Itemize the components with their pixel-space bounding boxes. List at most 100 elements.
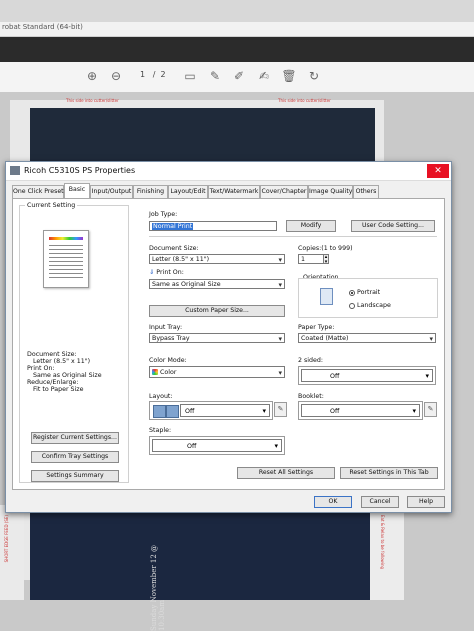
two-sided-select[interactable]: Off: [301, 369, 433, 383]
register-current-settings-button[interactable]: Register Current Settings...: [31, 432, 119, 444]
input-tray-select[interactable]: Bypass Tray: [149, 333, 285, 344]
tab-image-quality[interactable]: Image Quality: [308, 185, 353, 198]
settings-summary-button[interactable]: Settings Summary: [31, 470, 119, 482]
draw-icon[interactable]: ✐: [231, 68, 247, 84]
portrait-preview-icon: [320, 288, 333, 305]
print-on-select[interactable]: Same as Original Size: [149, 279, 285, 290]
copies-input[interactable]: 1: [298, 254, 324, 264]
booklet-label: Booklet:: [298, 393, 324, 400]
document-size-label: Document Size:: [149, 245, 199, 252]
summary-reduce-value: Fit to Paper Size: [33, 386, 84, 393]
tab-text-watermark[interactable]: Text/Watermark: [208, 185, 260, 198]
acrobat-title-bar: robat Standard (64-bit): [0, 22, 474, 37]
document-image-top: [30, 108, 375, 164]
acrobat-toolbar: ⊕ ⊖ 1 / 2 ▭ ✎ ✐ ✍ 🗑 ↻: [0, 62, 474, 93]
dialog-title: Ricoh C5310S PS Properties: [24, 166, 136, 175]
current-setting-label: Current Setting: [25, 202, 78, 209]
two-sided-label: 2 sided:: [298, 357, 324, 364]
paper-type-select[interactable]: Coated (Matte): [298, 333, 436, 344]
document-size-select[interactable]: Letter (8.5" x 11"): [149, 254, 285, 265]
color-mode-label: Color Mode:: [149, 357, 187, 364]
layout-label: Layout:: [149, 393, 173, 400]
document-image-bottom: [30, 510, 375, 600]
tab-others[interactable]: Others: [353, 185, 379, 198]
tab-cover-chapter[interactable]: Cover/Chapter: [260, 185, 308, 198]
layout-select[interactable]: Off: [180, 404, 270, 418]
layout-edit-icon[interactable]: ✎: [274, 402, 287, 417]
document-side-right: [370, 505, 404, 600]
tab-one-click-presets[interactable]: One Click Presets: [12, 185, 67, 198]
user-code-setting-button[interactable]: User Code Setting...: [351, 220, 435, 232]
tab-finishing[interactable]: Finishing: [133, 185, 168, 198]
reset-tab-settings-button[interactable]: Reset Settings in This Tab: [340, 467, 438, 479]
two-sided-field[interactable]: Off: [298, 366, 436, 385]
doc-event-text: Sunday November 12 @ 10:30am: [150, 544, 166, 631]
color-bar: [49, 237, 83, 240]
page-current[interactable]: 1: [140, 70, 145, 79]
booklet-field[interactable]: Off: [298, 401, 423, 420]
staple-label: Staple:: [149, 427, 172, 434]
tab-basic[interactable]: Basic: [64, 183, 90, 198]
page-sep: /: [152, 70, 156, 79]
summary-print-on-label: Print On:: [27, 365, 55, 372]
close-button[interactable]: ✕: [427, 164, 449, 178]
cancel-button[interactable]: Cancel: [361, 496, 399, 508]
comment-icon[interactable]: ▭: [182, 68, 198, 84]
rotate-icon[interactable]: ↻: [306, 68, 322, 84]
sign-icon[interactable]: ✍: [256, 68, 272, 84]
printer-icon: [10, 166, 20, 175]
summary-reduce-label: Reduce/Enlarge:: [27, 379, 79, 386]
summary-document-size-value: Letter (8.5" x 11"): [33, 358, 91, 365]
tab-input-output[interactable]: Input/Output: [90, 185, 133, 198]
orientation-group: [298, 278, 438, 318]
staple-select[interactable]: Off: [152, 439, 282, 453]
ok-button[interactable]: OK: [314, 496, 352, 508]
page-total: 2: [160, 70, 166, 79]
reset-all-settings-button[interactable]: Reset All Settings: [237, 467, 335, 479]
color-mode-select[interactable]: Color: [149, 366, 285, 379]
copies-spinner[interactable]: ▴ ▾: [323, 254, 329, 265]
booklet-edit-icon[interactable]: ✎: [424, 402, 437, 417]
modify-button[interactable]: Modify: [286, 220, 336, 232]
copies-label: Copies:(1 to 999): [298, 245, 353, 252]
doc-side-text: SHORT EDGE FEED (SE): [4, 515, 9, 563]
basic-tab-panel: Current Setting Document Size: Letter (8…: [12, 198, 445, 490]
tab-layout-edit[interactable]: Layout/Edit: [168, 185, 208, 198]
job-type-value: Normal Print: [152, 223, 194, 230]
doc-note-right: This side into cutter/slitter: [278, 98, 331, 103]
staple-field[interactable]: Off: [149, 436, 285, 455]
booklet-select[interactable]: Off: [301, 404, 420, 418]
arrow-down-icon: ⇓: [149, 269, 155, 276]
confirm-tray-settings-button[interactable]: Confirm Tray Settings: [31, 451, 119, 463]
portrait-radio[interactable]: [349, 290, 355, 296]
page-down-icon[interactable]: ⊖: [108, 68, 124, 84]
summary-document-size-label: Document Size:: [27, 351, 77, 358]
input-tray-label: Input Tray:: [149, 324, 183, 331]
page-preview: [43, 230, 89, 288]
print-on-label-text: Print On:: [156, 269, 184, 276]
help-button[interactable]: Help: [407, 496, 445, 508]
print-on-label: ⇓ Print On:: [149, 269, 184, 276]
job-type-field[interactable]: Normal Print: [149, 221, 277, 231]
layout-page-icon: [153, 405, 166, 418]
page-up-icon[interactable]: ⊕: [84, 68, 100, 84]
layout-field[interactable]: Off: [149, 401, 273, 420]
portrait-label[interactable]: Portrait: [357, 289, 380, 296]
job-type-label: Job Type:: [149, 211, 178, 218]
landscape-radio[interactable]: [349, 303, 355, 309]
page-indicator[interactable]: 1 / 2: [140, 70, 166, 79]
color-mode-value: Color: [160, 369, 177, 376]
landscape-label[interactable]: Landscape: [357, 302, 391, 309]
custom-paper-size-button[interactable]: Custom Paper Size...: [149, 305, 285, 317]
doc-side-right-text: Eat & Relax to be following: [380, 515, 385, 570]
printer-properties-dialog: Ricoh C5310S PS Properties ✕ One Click P…: [5, 161, 452, 513]
highlight-icon[interactable]: ✎: [207, 68, 223, 84]
dialog-title-bar: Ricoh C5310S PS Properties ✕: [6, 162, 451, 181]
divider: [149, 236, 437, 237]
layout-page-icon: [166, 405, 179, 418]
paper-type-label: Paper Type:: [298, 324, 335, 331]
doc-note-left: This side into cutter/slitter: [66, 98, 119, 103]
summary-print-on-value: Same as Original Size: [33, 372, 102, 379]
color-mode-icon: [152, 369, 158, 375]
delete-icon[interactable]: 🗑: [281, 68, 297, 84]
